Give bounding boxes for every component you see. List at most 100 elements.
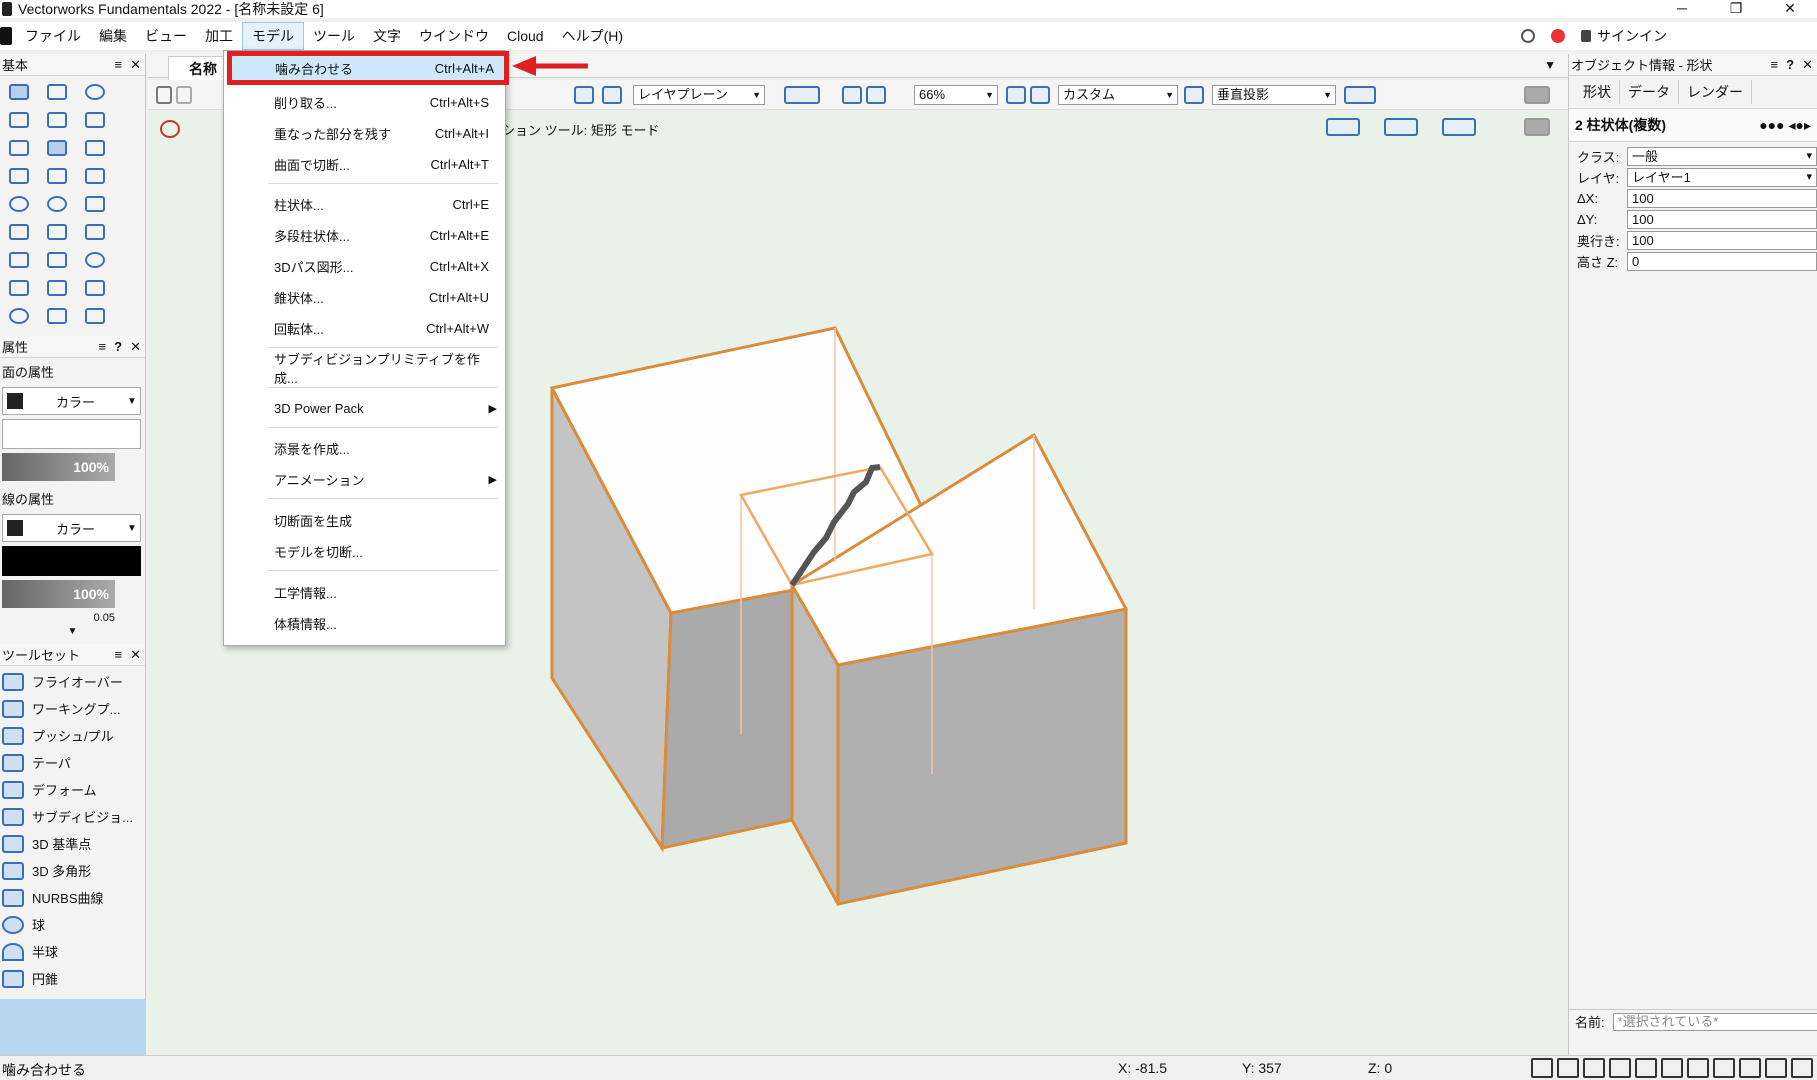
help-icon[interactable]: ?: [1786, 57, 1794, 73]
circle-tool[interactable]: [0, 192, 38, 216]
name-input[interactable]: *選択されている*: [1612, 1012, 1817, 1031]
menu-item-animation[interactable]: アニメーション ▶: [226, 465, 503, 493]
tool-taper[interactable]: テーパ: [0, 749, 145, 776]
snap-working-plane-icon[interactable]: [1739, 1058, 1761, 1078]
reshape-tool[interactable]: [76, 276, 114, 300]
snap-edge-icon[interactable]: [1687, 1058, 1709, 1078]
snap-intersection-icon[interactable]: [1609, 1058, 1631, 1078]
menu-help[interactable]: ヘルプ(H): [553, 22, 632, 50]
palette-menu-icon[interactable]: ≡: [115, 647, 123, 663]
palette-close-icon[interactable]: ✕: [130, 647, 141, 663]
fill-color-select[interactable]: カラー ▼: [2, 387, 141, 415]
snap-grid-icon[interactable]: [1531, 1058, 1553, 1078]
menu-item-create-subdivision[interactable]: サブディビジョンプリミティブを作成...: [226, 352, 503, 386]
palette-close-icon[interactable]: ✕: [130, 339, 141, 355]
tool-deform[interactable]: デフォーム: [0, 776, 145, 803]
vectorworks-logo-icon[interactable]: [0, 27, 12, 45]
menu-item-3d-power-pack[interactable]: 3D Power Pack ▶: [226, 394, 503, 422]
zoom-tool[interactable]: [0, 108, 38, 132]
menu-modify[interactable]: 加工: [196, 22, 242, 50]
snap-object-icon[interactable]: [1557, 1058, 1579, 1078]
double-line-tool[interactable]: [0, 164, 38, 188]
menu-item-extrude[interactable]: 柱状体... Ctrl+E: [226, 190, 503, 218]
tool-3d-polygon[interactable]: 3D 多角形: [0, 857, 145, 884]
freehand-tool[interactable]: [0, 220, 38, 244]
text-tool[interactable]: [38, 108, 76, 132]
object-nav-icon[interactable]: ●●● ◂●▸: [1759, 117, 1811, 134]
palette-menu-icon[interactable]: ≡: [115, 57, 123, 73]
arc-tool[interactable]: [76, 192, 114, 216]
snap-tangent-icon[interactable]: [1661, 1058, 1683, 1078]
menu-item-taper[interactable]: 錐状体... Ctrl+Alt+U: [226, 283, 503, 311]
menu-item-solid-addition[interactable]: 噛み合わせる Ctrl+Alt+A: [227, 51, 509, 85]
rounded-rect-tool[interactable]: [76, 164, 114, 188]
signin-button[interactable]: サインイン: [1581, 26, 1667, 46]
menu-item-sweep[interactable]: 回転体... Ctrl+Alt+W: [226, 314, 503, 342]
menu-item-engineering-properties[interactable]: 工学情報...: [226, 578, 503, 606]
rotate-tool[interactable]: [0, 304, 38, 328]
menu-item-extrude-along-path[interactable]: 3Dパス図形... Ctrl+Alt+X: [226, 252, 503, 280]
snap-surface-icon[interactable]: [1713, 1058, 1735, 1078]
tab-shape[interactable]: 形状: [1575, 80, 1620, 104]
height-z-input[interactable]: 0: [1627, 252, 1817, 271]
palette-menu-icon[interactable]: ≡: [99, 339, 107, 355]
menu-view[interactable]: ビュー: [136, 22, 196, 50]
snap-angle-icon[interactable]: [1583, 1058, 1605, 1078]
tool-subdivision[interactable]: サブディビジョ...: [0, 803, 145, 830]
menu-item-section-solids[interactable]: 曲面で切断... Ctrl+Alt+T: [226, 150, 503, 178]
palette-close-icon[interactable]: ✕: [130, 57, 141, 73]
menu-item-solid-subtraction[interactable]: 削り取る... Ctrl+Alt+S: [226, 88, 503, 116]
spiral-tool[interactable]: [76, 248, 114, 272]
snap-distance-icon[interactable]: [1635, 1058, 1657, 1078]
notification-icon[interactable]: [1551, 29, 1565, 43]
restore-button[interactable]: ❐: [1709, 0, 1763, 16]
callout-tool[interactable]: [76, 108, 114, 132]
polygon-tool[interactable]: [76, 220, 114, 244]
tool-push-pull[interactable]: プッシュ/プル: [0, 722, 145, 749]
menu-model[interactable]: モデル: [242, 22, 304, 50]
tool-cone[interactable]: 円錐: [0, 965, 145, 992]
tab-render[interactable]: レンダー: [1679, 80, 1752, 104]
pan-tool[interactable]: [38, 80, 76, 104]
delta-x-input[interactable]: 100: [1627, 189, 1817, 208]
line-tool[interactable]: [76, 136, 114, 160]
regular-polygon-tool[interactable]: [38, 248, 76, 272]
mirror-tool[interactable]: [38, 304, 76, 328]
eyedropper-tool[interactable]: [0, 276, 38, 300]
tool-hemisphere[interactable]: 半球: [0, 938, 145, 965]
flyover-tool[interactable]: [76, 80, 114, 104]
menu-cloud[interactable]: Cloud: [498, 22, 553, 50]
depth-input[interactable]: 100: [1627, 231, 1817, 250]
help-icon[interactable]: ?: [114, 339, 122, 355]
menu-item-volumetric-properties[interactable]: 体積情報...: [226, 609, 503, 637]
menu-edit[interactable]: 編集: [90, 22, 136, 50]
palette-close-icon[interactable]: ✕: [1802, 57, 1813, 73]
close-button[interactable]: ✕: [1763, 0, 1817, 16]
selection-tool[interactable]: [0, 80, 38, 104]
tab-data[interactable]: データ: [1620, 80, 1679, 104]
expand-chevron-icon[interactable]: ▼: [0, 626, 145, 640]
menu-item-create-image-prop[interactable]: 添景を作成...: [226, 434, 503, 462]
menu-item-cut-model[interactable]: モデルを切断...: [226, 537, 503, 565]
tool-sphere[interactable]: 球: [0, 911, 145, 938]
delta-y-input[interactable]: 100: [1627, 210, 1817, 229]
polyline-tool[interactable]: [38, 220, 76, 244]
fill-opacity[interactable]: 100%: [2, 453, 115, 481]
menu-item-create-section[interactable]: 切断面を生成: [226, 506, 503, 534]
tool-3d-locus[interactable]: 3D 基準点: [0, 830, 145, 857]
fill-preview[interactable]: [2, 419, 141, 449]
palette-menu-icon[interactable]: ≡: [1771, 57, 1779, 73]
layer-select[interactable]: レイヤー1: [1627, 168, 1817, 187]
pen-tool[interactable]: [76, 304, 114, 328]
line-opacity[interactable]: 100%: [2, 580, 115, 608]
menu-text[interactable]: 文字: [364, 22, 410, 50]
class-select[interactable]: 一般: [1627, 147, 1817, 166]
line-preview[interactable]: [2, 546, 141, 576]
scale-tool[interactable]: [38, 276, 76, 300]
double-polygon-tool[interactable]: [0, 248, 38, 272]
tool-flyover[interactable]: フライオーバー: [0, 668, 145, 695]
line-color-select[interactable]: カラー ▼: [2, 514, 141, 542]
menu-window[interactable]: ウインドウ: [410, 22, 498, 50]
toolset-category-bar[interactable]: [0, 999, 146, 1055]
locus-tool[interactable]: [0, 136, 38, 160]
